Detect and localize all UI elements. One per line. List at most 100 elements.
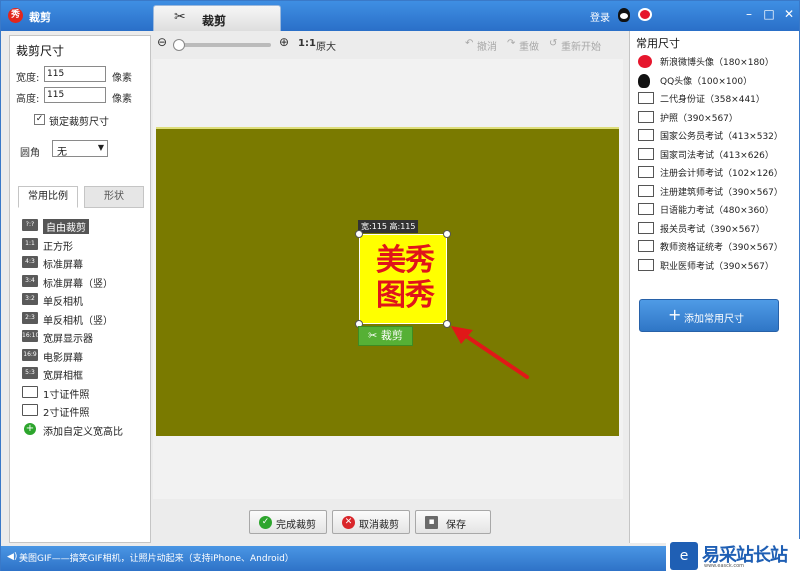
crop-confirm-button[interactable]: ✂ 裁剪 [358, 326, 413, 346]
watermark-subtext: www.easck.com [704, 563, 745, 569]
cancel-crop-label: 取消裁剪 [359, 520, 399, 531]
crop-selection[interactable]: 美秀图秀 [355, 230, 451, 328]
original-size-label[interactable]: 原大 [316, 38, 336, 53]
redo-icon[interactable]: ↷ [507, 38, 515, 49]
save-button[interactable]: ▪ 保存 [415, 510, 491, 534]
tab-crop[interactable]: ✂ 裁剪 [153, 5, 281, 31]
maximize-button[interactable]: □ [761, 7, 777, 23]
undo-button[interactable]: 撤消 [477, 38, 497, 53]
ratio-item-5-3[interactable]: 5:3 宽屏相框 [20, 366, 146, 382]
cancel-crop-button[interactable]: ✕ 取消裁剪 [332, 510, 410, 534]
height-unit: 像素 [112, 94, 132, 105]
preset-civil-service[interactable]: 国家公务员考试（413×532） [636, 127, 796, 143]
redo-button[interactable]: 重做 [519, 38, 539, 53]
id-card-icon [638, 166, 654, 178]
ratio-label: 宽屏相框 [43, 371, 83, 382]
ratio-label: 标准屏幕（竖） [43, 278, 113, 290]
id-card-icon [638, 129, 654, 141]
scissors-icon: ✂ [174, 9, 186, 25]
height-input[interactable] [44, 87, 106, 103]
preset-label: 注册会计师考试（102×126） [660, 169, 783, 179]
crop-handle-top-right[interactable] [443, 230, 451, 238]
id-card-icon [638, 258, 654, 271]
crop-handle-top-left[interactable] [355, 230, 363, 238]
corner-select[interactable]: 无 ▼ [52, 140, 108, 158]
preset-label: 教师资格证统考（390×567） [660, 243, 783, 253]
preset-label: 注册建筑师考试（390×567） [660, 187, 783, 198]
qq-icon[interactable] [618, 8, 630, 22]
preset-teacher-exam[interactable]: 教师资格证统考（390×567） [636, 238, 796, 254]
ratio-square-icon: 1:1 [22, 237, 38, 250]
ratio-item-16-9[interactable]: 16:9 电影屏幕 [20, 348, 146, 364]
restart-button[interactable]: 重新开始 [561, 38, 601, 53]
finish-crop-button[interactable]: ✓ 完成裁剪 [249, 510, 327, 534]
ratio-label: 标准屏幕 [43, 260, 83, 271]
scissors-icon: ✂ [368, 329, 381, 342]
tab-shape[interactable]: 形状 [84, 186, 144, 208]
preset-cpa-exam[interactable]: 注册会计师考试（102×126） [636, 164, 796, 180]
watermark: e 易采站长站 www.easck.com [666, 539, 800, 571]
actual-size-button[interactable]: 1:1 [298, 38, 316, 49]
zoom-slider[interactable] [173, 39, 271, 51]
preset-japanese-exam[interactable]: 日语能力考试（480×360） [636, 201, 796, 217]
preset-architect-exam[interactable]: 注册建筑师考试（390×567） [636, 183, 796, 199]
preset-id-card[interactable]: 二代身份证（358×441） [636, 90, 796, 106]
crop-image-text: 美秀图秀 [376, 243, 435, 313]
red-arrow-annotation [451, 326, 529, 379]
preset-label: 职业医师考试（390×567） [660, 261, 774, 272]
ratio-label: 单反相机（竖） [43, 315, 113, 327]
checkbox-check-icon[interactable]: ✓ [34, 114, 45, 125]
minimize-button[interactable]: – [741, 7, 757, 23]
ratio-item-2inch[interactable]: 2寸证件照 [20, 403, 146, 419]
ratio-label: 正方形 [43, 241, 73, 253]
zoom-in-icon[interactable]: ⊕ [279, 35, 289, 49]
ratio-item-square[interactable]: 1:1 正方形 [20, 237, 146, 253]
tab-common-ratio[interactable]: 常用比例 [18, 186, 78, 208]
id-card-icon [638, 221, 654, 234]
ratio-item-2-3[interactable]: 2:3 单反相机（竖） [20, 311, 146, 327]
ratio-item-free[interactable]: ?:? 自由裁剪 [20, 218, 146, 234]
width-unit: 像素 [112, 73, 132, 84]
corner-select-value: 无 [57, 147, 67, 158]
preset-physician-exam[interactable]: 职业医师考试（390×567） [636, 257, 796, 273]
preset-weibo-avatar[interactable]: 新浪微博头像（180×180） [636, 53, 796, 69]
width-input[interactable] [44, 66, 106, 82]
ratio-item-3-2[interactable]: 3:2 单反相机 [20, 292, 146, 308]
ratio-item-3-4[interactable]: 3:4 标准屏幕（竖） [20, 274, 146, 290]
ratio-label: 单反相机 [43, 297, 83, 308]
ratio-label: 宽屏显示器 [43, 334, 93, 345]
zoom-out-icon[interactable]: ⊖ [157, 35, 167, 49]
preset-customs-exam[interactable]: 报关员考试（390×567） [636, 220, 796, 236]
close-button[interactable]: ✕ [781, 7, 797, 23]
add-preset-button[interactable]: + 添加常用尺寸 [639, 299, 779, 332]
tab-crop-label: 裁剪 [202, 14, 227, 28]
preset-qq-avatar[interactable]: QQ头像（100×100） [636, 72, 796, 88]
preset-label: 护照（390×567） [660, 113, 738, 124]
ratio-item-16-10[interactable]: 16:10 宽屏显示器 [20, 329, 146, 345]
id-card-icon [638, 110, 654, 123]
canvas-toolbar: ⊖ ⊕ 1:1 原大 ↶ 撤消 ↷ 重做 ↺ 重新开始 [153, 35, 623, 57]
preset-label: 国家司法考试（413×626） [660, 150, 774, 161]
crop-confirm-label: 裁剪 [380, 329, 403, 342]
preset-judicial-exam[interactable]: 国家司法考试（413×626） [636, 146, 796, 162]
add-custom-ratio[interactable]: + 添加自定义宽高比 [20, 422, 146, 438]
id-card-icon [638, 184, 654, 197]
id-card-icon [638, 92, 654, 104]
plus-icon: + [24, 422, 36, 435]
ratio-label: 2寸证件照 [43, 408, 90, 419]
ratio-item-1inch[interactable]: 1寸证件照 [20, 385, 146, 401]
ratio-item-4-3[interactable]: 4:3 标准屏幕 [20, 255, 146, 271]
check-icon: ✓ [259, 516, 272, 529]
preset-passport[interactable]: 护照（390×567） [636, 109, 796, 125]
weibo-icon[interactable] [638, 8, 652, 21]
ratio-3-4-icon: 3:4 [22, 274, 38, 287]
title-bar: 秀 裁剪 ✂ 裁剪 登录 – □ ✕ [1, 1, 799, 31]
restart-icon[interactable]: ↺ [549, 38, 557, 49]
zoom-slider-handle[interactable] [173, 39, 185, 51]
ratio-16-9-icon: 16:9 [22, 348, 38, 361]
undo-icon[interactable]: ↶ [465, 38, 473, 49]
right-panel: 常用尺寸 新浪微博头像（180×180） QQ头像（100×100） 二代身份证… [629, 31, 799, 543]
login-link[interactable]: 登录 [590, 9, 610, 24]
status-ad-link[interactable]: 美图GIF——搞笑GIF相机，让照片动起来（支持iPhone、Android） [19, 551, 294, 564]
preset-label: 报关员考试（390×567） [660, 224, 765, 235]
